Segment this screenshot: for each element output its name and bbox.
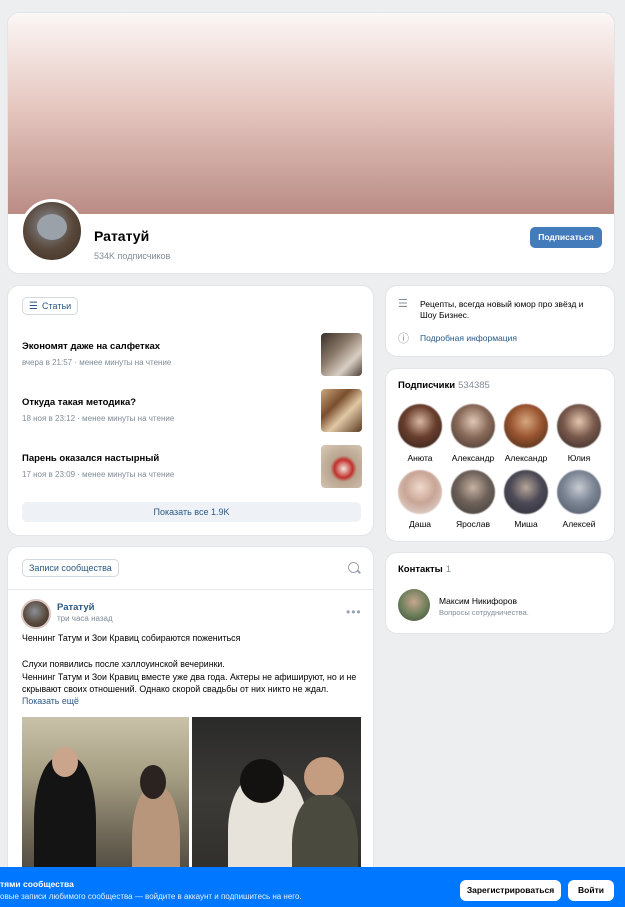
- follower-name: Алексей: [562, 519, 596, 529]
- follower-name: Анюта: [407, 453, 433, 463]
- follower-item[interactable]: Даша: [394, 470, 446, 529]
- show-all-articles-button[interactable]: Показать все 1.9K: [22, 502, 361, 522]
- details-link[interactable]: Подробная информация: [420, 333, 517, 343]
- follower-name: Александр: [504, 453, 548, 463]
- banner-subtitle: овые записи любимого сообщества — войдит…: [0, 892, 302, 901]
- contact-role: Вопросы сотрудничества.: [439, 608, 529, 617]
- followers-count: 534385: [458, 380, 490, 391]
- follower-item[interactable]: Алексей: [553, 470, 605, 529]
- articles-card: ☰ Статьи Экономят даже на салфетках вчера…: [7, 285, 374, 536]
- group-description: Рецепты, всегда новый юмор про звёзд и Ш…: [420, 299, 584, 320]
- followers-card: Подписчики 534385 Анюта Александр Алексан…: [385, 368, 615, 542]
- avatar: [504, 470, 548, 514]
- follower-name: Юлия: [567, 453, 591, 463]
- article-thumbnail: [321, 445, 362, 488]
- avatar: [398, 470, 442, 514]
- group-header: Рататуй 534K подписчиков Подписаться: [7, 12, 615, 274]
- cover-image: [8, 13, 614, 214]
- followers-title[interactable]: Подписчики 534385: [398, 380, 490, 391]
- articles-tab[interactable]: ☰ Статьи: [22, 297, 79, 315]
- more-options-icon[interactable]: •••: [346, 605, 362, 619]
- avatar: [557, 404, 601, 448]
- articles-tab-label: Статьи: [42, 301, 72, 311]
- follower-item[interactable]: Анюта: [394, 404, 446, 463]
- avatar: [398, 404, 442, 448]
- post-author-avatar[interactable]: [21, 599, 51, 629]
- wall-card: Записи сообщества Рататуй три часа назад…: [7, 546, 374, 907]
- info-card: ☰ Рецепты, всегда новый юмор про звёзд и…: [385, 285, 615, 357]
- post-time[interactable]: три часа назад: [57, 614, 113, 623]
- info-circle-icon: ⓘ: [398, 333, 409, 345]
- article-item[interactable]: Экономят даже на салфетках вчера в 21:57…: [22, 333, 362, 377]
- login-button[interactable]: Войти: [568, 880, 614, 901]
- post-text-line: скрывают своих отношений. Однако скорой …: [22, 684, 329, 694]
- auth-banner: тями сообщества овые записи любимого соо…: [0, 867, 625, 907]
- avatar: [451, 470, 495, 514]
- description-icon: ☰: [398, 298, 408, 310]
- follower-item[interactable]: Ярослав: [447, 470, 499, 529]
- wall-posts-tab[interactable]: Записи сообщества: [22, 559, 119, 577]
- photo-figure: [52, 747, 78, 777]
- post-text-line: Ченнинг Татум и Зои Кравиц вместе уже дв…: [22, 672, 357, 682]
- show-more-link[interactable]: Показать ещё: [22, 696, 79, 706]
- photo-figure: [140, 765, 166, 799]
- article-thumbnail: [321, 389, 362, 432]
- contacts-count: 1: [445, 564, 452, 575]
- group-subscribers[interactable]: 534K подписчиков: [94, 251, 170, 261]
- avatar: [557, 470, 601, 514]
- follower-name: Ярослав: [455, 519, 491, 529]
- register-button[interactable]: Зарегистрироваться: [460, 880, 561, 901]
- contacts-card: Контакты 1 Максим Никифоров Вопросы сотру…: [385, 552, 615, 634]
- profile-row: [8, 214, 614, 273]
- article-item[interactable]: Откуда такая методика? 18 ноя в 23:12 · …: [22, 389, 362, 433]
- follower-name: Александр: [451, 453, 495, 463]
- contacts-title-label: Контакты: [398, 564, 443, 575]
- article-meta: вчера в 21:57 · менее минуты на чтение: [22, 358, 172, 367]
- article-item[interactable]: Парень оказался настырный 17 ноя в 23:09…: [22, 445, 362, 489]
- photo-figure: [240, 759, 284, 803]
- contact-avatar[interactable]: [398, 589, 430, 621]
- follower-item[interactable]: Александр: [500, 404, 552, 463]
- banner-title: тями сообщества: [0, 879, 74, 889]
- subscribe-button[interactable]: Подписаться: [530, 227, 602, 248]
- article-meta: 17 ноя в 23:09 · менее минуты на чтение: [22, 470, 175, 479]
- post-author[interactable]: Рататуй: [57, 602, 94, 613]
- follower-item[interactable]: Юлия: [553, 404, 605, 463]
- articles-icon: ☰: [29, 301, 38, 312]
- post-text-line: Слухи появились после хэллоуинской вечер…: [22, 659, 225, 669]
- article-title: Парень оказался настырный: [22, 453, 160, 464]
- avatar: [451, 404, 495, 448]
- contacts-title[interactable]: Контакты 1: [398, 564, 451, 575]
- follower-name: Даша: [408, 519, 432, 529]
- article-title: Откуда такая методика?: [22, 397, 137, 408]
- follower-item[interactable]: Миша: [500, 470, 552, 529]
- group-avatar[interactable]: [20, 199, 84, 263]
- article-title: Экономят даже на салфетках: [22, 341, 161, 352]
- divider: [8, 589, 373, 590]
- followers-title-label: Подписчики: [398, 380, 456, 391]
- search-icon[interactable]: [348, 562, 359, 573]
- post-headline: Ченнинг Татум и Зои Кравиц собираются по…: [22, 633, 241, 643]
- avatar: [504, 404, 548, 448]
- follower-name: Миша: [514, 519, 538, 529]
- group-name: Рататуй: [94, 228, 150, 244]
- follower-item[interactable]: Александр: [447, 404, 499, 463]
- article-meta: 18 ноя в 23:12 · менее минуты на чтение: [22, 414, 175, 423]
- article-thumbnail: [321, 333, 362, 376]
- contact-name[interactable]: Максим Никифоров: [439, 596, 517, 606]
- photo-figure: [304, 757, 344, 797]
